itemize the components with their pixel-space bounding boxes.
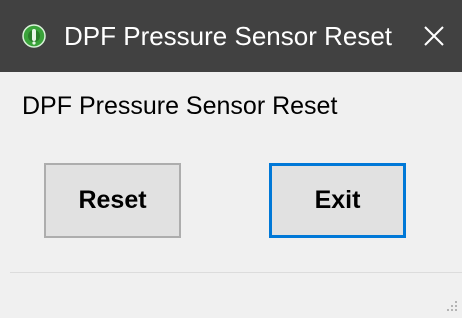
close-icon — [423, 25, 445, 47]
title-bar[interactable]: DPF Pressure Sensor Reset — [0, 0, 462, 72]
resize-grip-icon[interactable] — [444, 298, 458, 312]
app-globe-icon — [22, 24, 46, 48]
dialog-label: DPF Pressure Sensor Reset — [22, 92, 338, 120]
app-window: DPF Pressure Sensor Reset DPF Pressure S… — [0, 0, 462, 318]
status-separator — [10, 272, 462, 273]
exit-button[interactable]: Exit — [269, 163, 406, 238]
window-title: DPF Pressure Sensor Reset — [64, 21, 393, 51]
reset-button[interactable]: Reset — [44, 163, 181, 238]
close-button[interactable] — [406, 0, 462, 72]
dialog-body: DPF Pressure Sensor Reset Reset Exit — [0, 72, 462, 318]
